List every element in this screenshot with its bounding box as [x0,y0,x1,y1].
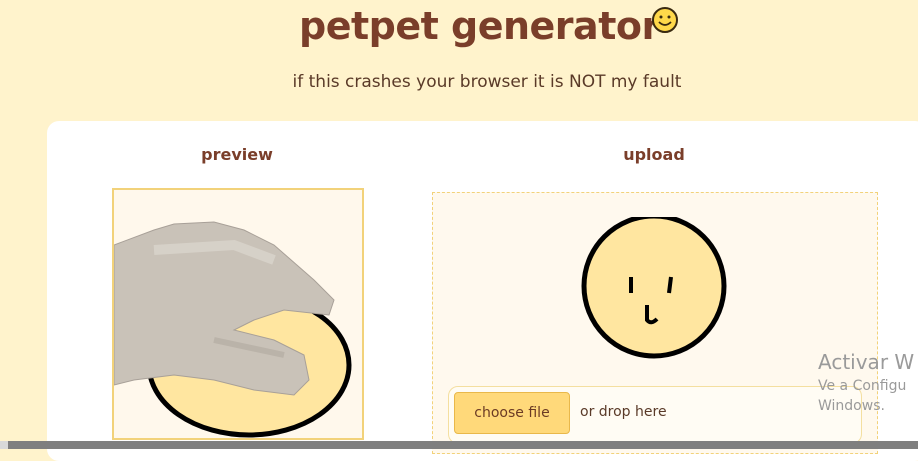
horizontal-scrollbar[interactable] [0,441,918,449]
drop-here-label: or drop here [580,404,667,420]
page-subtitle: if this crashes your browser it is NOT m… [292,72,682,92]
preview-heading: preview [201,145,273,164]
watermark-line-2: Ve a Configu [818,378,907,394]
preview-panel [112,188,364,440]
smiley-face-drawing-icon [581,217,727,359]
upload-heading: upload [623,145,685,164]
smiley-face-icon [652,7,678,33]
hand-petting-face-icon [114,221,352,438]
choose-file-button[interactable]: choose file [454,392,570,434]
windows-activation-watermark: Activar W Ve a Configu Windows. [818,350,914,414]
watermark-line-1: Activar W [818,350,915,374]
page-title: petpet generator [299,4,660,48]
scrollbar-thumb[interactable] [0,441,8,449]
watermark-line-3: Windows. [818,398,885,414]
